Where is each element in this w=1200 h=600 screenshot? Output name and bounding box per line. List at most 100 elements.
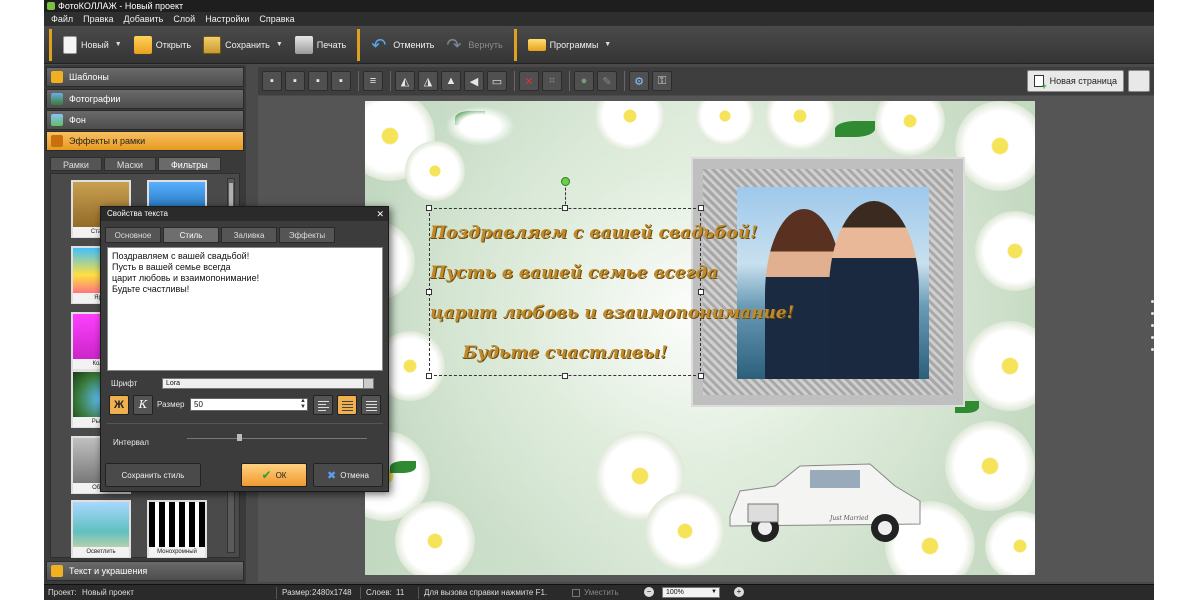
chevron-down-icon[interactable]: ▼ bbox=[711, 588, 717, 597]
collage-canvas[interactable]: Just Married Поздравляем с вашей свадьбо… bbox=[365, 101, 1035, 575]
resize-handle[interactable] bbox=[426, 289, 432, 295]
menu-edit[interactable]: Правка bbox=[78, 12, 118, 26]
resize-handle[interactable] bbox=[698, 289, 704, 295]
chevron-down-icon[interactable]: ▼ bbox=[276, 41, 283, 48]
photo-frame[interactable] bbox=[691, 157, 965, 407]
zoom-value: 100% bbox=[666, 589, 684, 596]
section-background[interactable]: Фон bbox=[46, 110, 244, 130]
text-icon bbox=[51, 565, 63, 577]
interval-row: Интервал bbox=[107, 423, 383, 453]
rotate-left-icon[interactable]: ◭ bbox=[395, 71, 415, 91]
resize-handle[interactable] bbox=[562, 373, 568, 379]
man-figure bbox=[829, 201, 919, 379]
status-divider bbox=[360, 587, 361, 599]
filter-thumbnail[interactable]: Осветлить bbox=[71, 500, 131, 558]
zoom-out-icon[interactable]: − bbox=[644, 587, 654, 597]
open-label: Открыть bbox=[155, 39, 192, 50]
rotate-right-icon[interactable]: ◮ bbox=[418, 71, 438, 91]
undo-button[interactable]: ↶ Отменить bbox=[365, 30, 440, 60]
chevron-down-icon[interactable]: ▼ bbox=[604, 41, 611, 48]
panel-grip-dot bbox=[1151, 300, 1154, 303]
editor-text-line: Поздравляем с вашей свадьбой! bbox=[112, 251, 250, 261]
chevron-down-icon[interactable] bbox=[363, 379, 373, 388]
chevron-down-icon[interactable]: ▼ bbox=[115, 41, 122, 48]
panel-grip-dot bbox=[1151, 336, 1154, 339]
flip-vertical-icon[interactable]: ◀ bbox=[464, 71, 484, 91]
zoom-in-icon[interactable]: + bbox=[734, 587, 744, 597]
delete-icon[interactable]: ✕ bbox=[519, 71, 539, 91]
canvas-size-label: Размер: bbox=[282, 588, 312, 597]
zoom-select[interactable]: 100% ▼ bbox=[662, 587, 720, 598]
resize-handle[interactable] bbox=[562, 205, 568, 211]
menu-file[interactable]: Файл bbox=[46, 12, 78, 26]
section-label: Эффекты и рамки bbox=[69, 136, 146, 146]
filter-thumbnail[interactable]: Монохромный bbox=[147, 500, 207, 558]
close-icon[interactable]: ✕ bbox=[376, 207, 384, 221]
redo-label: Вернуть bbox=[468, 39, 503, 50]
tab-basic[interactable]: Основное bbox=[105, 227, 161, 243]
stepper-arrows-icon[interactable]: ▲ ▼ bbox=[300, 398, 306, 410]
menu-layer[interactable]: Слой bbox=[168, 12, 200, 26]
tab-style[interactable]: Стиль bbox=[163, 227, 219, 243]
decorative-leaf bbox=[390, 461, 416, 473]
section-photos[interactable]: Фотографии bbox=[46, 89, 244, 109]
interval-slider-handle[interactable] bbox=[237, 434, 242, 441]
layer-forward-icon[interactable]: ▪ bbox=[285, 71, 305, 91]
menu-help[interactable]: Справка bbox=[254, 12, 299, 26]
canvas-text-line: Будьте счастливы! bbox=[462, 343, 668, 363]
color-palette-icon[interactable]: ● bbox=[574, 71, 594, 91]
align-left-button[interactable] bbox=[313, 395, 333, 415]
tab-masks[interactable]: Маски bbox=[103, 157, 156, 171]
menu-settings[interactable]: Настройки bbox=[200, 12, 254, 26]
fit-to-screen-button[interactable]: Уместить bbox=[572, 585, 619, 600]
page-options-button[interactable] bbox=[1128, 70, 1150, 92]
new-page-button[interactable]: Новая страница bbox=[1026, 70, 1124, 92]
italic-button[interactable]: К bbox=[133, 395, 153, 415]
redo-arrow-icon: ↷ bbox=[446, 34, 462, 55]
print-button[interactable]: Печать bbox=[289, 30, 352, 60]
text-editor[interactable]: Поздравляем с вашей свадьбой! Пусть в ва… bbox=[107, 247, 383, 371]
ok-button[interactable]: ✔ ОК bbox=[241, 463, 307, 487]
fit-label: Уместить bbox=[584, 588, 619, 597]
distribute-icon[interactable]: ▭ bbox=[487, 71, 507, 91]
open-button[interactable]: Открыть bbox=[128, 30, 197, 60]
tab-frames[interactable]: Рамки bbox=[50, 157, 102, 171]
decorative-flower bbox=[395, 501, 475, 575]
size-stepper[interactable]: 50 ▲ ▼ bbox=[190, 398, 308, 411]
rotate-handle[interactable] bbox=[561, 177, 570, 186]
layer-top-icon[interactable]: ▪ bbox=[331, 71, 351, 91]
menu-add[interactable]: Добавить bbox=[119, 12, 169, 26]
cancel-button[interactable]: ✖ Отмена bbox=[313, 463, 383, 487]
save-label: Сохранить bbox=[225, 39, 270, 50]
section-text-decorations[interactable]: Текст и украшения bbox=[46, 561, 244, 581]
layer-back-icon[interactable]: ▪ bbox=[262, 71, 282, 91]
resize-handle[interactable] bbox=[426, 205, 432, 211]
redo-button[interactable]: ↷ Вернуть bbox=[440, 30, 508, 60]
gear-icon[interactable]: ⚙ bbox=[629, 71, 649, 91]
car-plate-text: Just Married bbox=[828, 515, 869, 522]
section-effects-frames[interactable]: Эффекты и рамки bbox=[46, 131, 244, 151]
interval-slider[interactable] bbox=[187, 438, 367, 439]
align-icon[interactable]: ≡ bbox=[363, 71, 383, 91]
tab-filters[interactable]: Фильтры bbox=[157, 157, 221, 171]
resize-handle[interactable] bbox=[426, 373, 432, 379]
lock-icon[interactable]: ⚿ bbox=[652, 71, 672, 91]
save-button[interactable]: Сохранить ▼ bbox=[197, 30, 289, 60]
tab-fill[interactable]: Заливка bbox=[221, 227, 277, 243]
tab-effects[interactable]: Эффекты bbox=[279, 227, 335, 243]
crop-icon[interactable]: ⌗ bbox=[542, 71, 562, 91]
resize-handle[interactable] bbox=[698, 373, 704, 379]
layer-bottom-icon[interactable]: ▪ bbox=[308, 71, 328, 91]
bold-button[interactable]: Ж bbox=[109, 395, 129, 415]
save-style-button[interactable]: Сохранить стиль bbox=[105, 463, 201, 487]
resize-handle[interactable] bbox=[698, 205, 704, 211]
magic-icon[interactable]: ✎ bbox=[597, 71, 617, 91]
programs-button[interactable]: Программы ▼ bbox=[522, 30, 618, 60]
font-select[interactable]: Lora bbox=[162, 378, 374, 389]
align-justify-button[interactable] bbox=[361, 395, 381, 415]
align-center-button[interactable] bbox=[337, 395, 357, 415]
section-templates[interactable]: Шаблоны bbox=[46, 67, 244, 87]
selected-text-box[interactable]: Поздравляем с вашей свадьбой! Пусть в ва… bbox=[426, 177, 794, 379]
new-button[interactable]: Новый ▼ bbox=[57, 30, 128, 60]
flip-horizontal-icon[interactable]: ▲ bbox=[441, 71, 461, 91]
